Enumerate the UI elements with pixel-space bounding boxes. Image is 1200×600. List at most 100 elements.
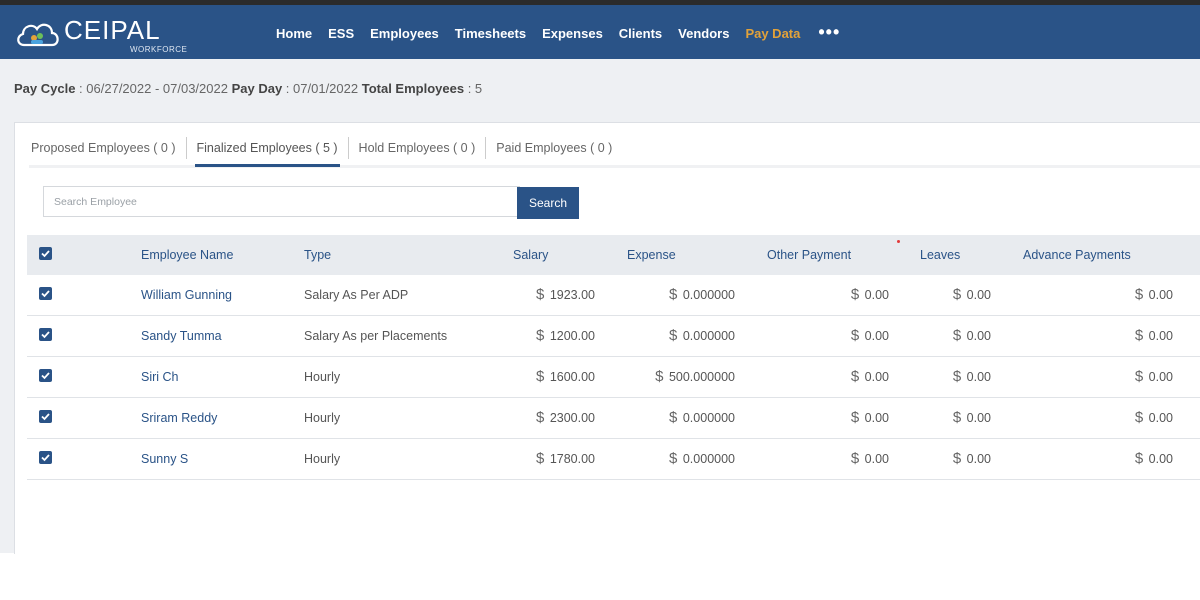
currency-symbol: $ — [535, 450, 545, 467]
leaves-amount: $ 0.00 — [953, 398, 991, 438]
tab-finalized-employees[interactable]: Finalized Employees ( 5 ) — [194, 137, 340, 167]
currency-symbol: $ — [850, 327, 860, 344]
leaves-value: 0.00 — [966, 288, 991, 302]
tab-hold-employees[interactable]: Hold Employees ( 0 ) — [357, 137, 478, 167]
currency-symbol: $ — [1134, 368, 1144, 385]
salary-value: 1923.00 — [549, 288, 595, 302]
leaves-amount: $ 0.00 — [953, 316, 991, 356]
expense-amount: $ 500.000000 — [655, 357, 735, 397]
header-other-payment[interactable]: Other Payment — [767, 235, 851, 275]
nav-employees[interactable]: Employees — [370, 5, 439, 59]
currency-symbol: $ — [1134, 327, 1144, 344]
advance-value: 0.00 — [1148, 329, 1173, 343]
currency-symbol: $ — [535, 409, 545, 426]
tab-separator — [185, 137, 187, 159]
table-row[interactable]: William Gunning Salary As Per ADP $ 1923.0… — [27, 275, 1200, 316]
header-expense[interactable]: Expense — [627, 235, 676, 275]
other-value: 0.00 — [864, 370, 889, 384]
advance-amount: $ 0.00 — [1135, 357, 1173, 397]
top-navbar: CEIPAL WORKFORCE Home ESS Employees Time… — [0, 5, 1200, 66]
currency-symbol: $ — [669, 409, 678, 426]
search-button[interactable]: Search — [517, 187, 579, 219]
total-employees-value: 5 — [474, 81, 483, 96]
employee-name-link[interactable]: Siri Ch — [141, 357, 179, 397]
row-checkbox[interactable] — [39, 328, 52, 341]
advance-amount: $ 0.00 — [1135, 316, 1173, 356]
currency-symbol: $ — [850, 450, 860, 467]
tab-separator — [485, 137, 487, 159]
employee-name-link[interactable]: Sriram Reddy — [141, 398, 217, 438]
nav-home[interactable]: Home — [276, 5, 312, 59]
header-type[interactable]: Type — [304, 235, 331, 275]
employee-name-link[interactable]: Sunny S — [141, 439, 188, 479]
advance-amount: $ 0.00 — [1135, 439, 1173, 479]
row-checkbox[interactable] — [39, 410, 52, 423]
header-advance-payments[interactable]: Advance Payments — [1023, 235, 1131, 275]
checkmark-icon — [41, 372, 50, 380]
header-salary[interactable]: Salary — [513, 235, 548, 275]
tab-separator — [347, 137, 349, 159]
table-row[interactable]: Sunny S Hourly $ 1780.00 $ 0.000000 $ 0.00 $ … — [27, 439, 1200, 480]
advance-value: 0.00 — [1148, 288, 1173, 302]
nav-pay-data[interactable]: Pay Data — [745, 5, 800, 66]
currency-symbol: $ — [952, 450, 962, 467]
expense-value: 0.000000 — [682, 288, 735, 302]
checkmark-icon — [41, 413, 50, 421]
pay-cycle-value: 06/27/2022 - 07/03/2022 — [86, 81, 228, 96]
salary-value: 1200.00 — [549, 329, 595, 343]
currency-symbol: $ — [669, 450, 678, 467]
leaves-amount: $ 0.00 — [953, 357, 991, 397]
currency-symbol: $ — [669, 286, 678, 303]
main-menu: Home ESS Employees Timesheets Expenses C… — [268, 5, 840, 66]
currency-symbol: $ — [669, 327, 678, 344]
currency-symbol: $ — [850, 368, 860, 385]
other-amount: $ 0.00 — [851, 316, 889, 356]
employee-name-link[interactable]: William Gunning — [141, 275, 232, 315]
leaves-value: 0.00 — [966, 411, 991, 425]
nav-expenses[interactable]: Expenses — [542, 5, 603, 59]
table-row[interactable]: Sandy Tumma Salary As per Placements $ 120… — [27, 316, 1200, 357]
advance-amount: $ 0.00 — [1135, 275, 1173, 315]
leaves-amount: $ 0.00 — [953, 275, 991, 315]
ceipal-logo[interactable]: CEIPAL WORKFORCE — [14, 13, 187, 55]
logo-text: CEIPAL — [64, 15, 161, 45]
employee-type: Hourly — [304, 452, 341, 466]
currency-symbol: $ — [850, 286, 860, 303]
currency-symbol: $ — [1134, 409, 1144, 426]
table-row[interactable]: Siri Ch Hourly $ 1600.00 $ 500.000000 $ 0.00… — [27, 357, 1200, 398]
required-marker — [897, 240, 900, 243]
currency-symbol: $ — [952, 286, 962, 303]
header-employee-name[interactable]: Employee Name — [141, 235, 233, 275]
total-employees-label: Total Employees — [361, 81, 465, 96]
row-checkbox[interactable] — [39, 451, 52, 464]
currency-symbol: $ — [952, 327, 962, 344]
table-row[interactable]: Sriram Reddy Hourly $ 2300.00 $ 0.000000 $ 0… — [27, 398, 1200, 439]
logo-subtitle: WORKFORCE — [130, 45, 188, 54]
advance-value: 0.00 — [1148, 411, 1173, 425]
employee-type: Hourly — [304, 370, 341, 384]
row-checkbox[interactable] — [39, 369, 52, 382]
currency-symbol: $ — [535, 286, 545, 303]
pay-day-value: 07/01/2022 — [293, 81, 359, 96]
more-menu-icon[interactable]: ••• — [818, 22, 840, 43]
employee-type: Salary As Per ADP — [304, 288, 409, 302]
select-all-checkbox[interactable] — [39, 247, 52, 260]
expense-value: 0.000000 — [682, 452, 735, 466]
employee-name-link[interactable]: Sandy Tumma — [141, 316, 222, 356]
currency-symbol: $ — [1134, 286, 1144, 303]
header-leaves[interactable]: Leaves — [920, 235, 960, 275]
pay-day-label: Pay Day — [231, 81, 283, 96]
leaves-amount: $ 0.00 — [953, 439, 991, 479]
employee-type: Salary As per Placements — [304, 329, 448, 343]
currency-symbol: $ — [850, 409, 860, 426]
nav-vendors[interactable]: Vendors — [678, 5, 729, 59]
checkmark-icon — [41, 290, 50, 298]
nav-clients[interactable]: Clients — [619, 5, 662, 59]
other-amount: $ 0.00 — [851, 275, 889, 315]
nav-ess[interactable]: ESS — [328, 5, 354, 59]
tab-paid-employees[interactable]: Paid Employees ( 0 ) — [494, 137, 614, 167]
row-checkbox[interactable] — [39, 287, 52, 300]
nav-timesheets[interactable]: Timesheets — [455, 5, 526, 59]
search-employee-input[interactable] — [43, 186, 520, 217]
tab-proposed-employees[interactable]: Proposed Employees ( 0 ) — [29, 137, 178, 167]
